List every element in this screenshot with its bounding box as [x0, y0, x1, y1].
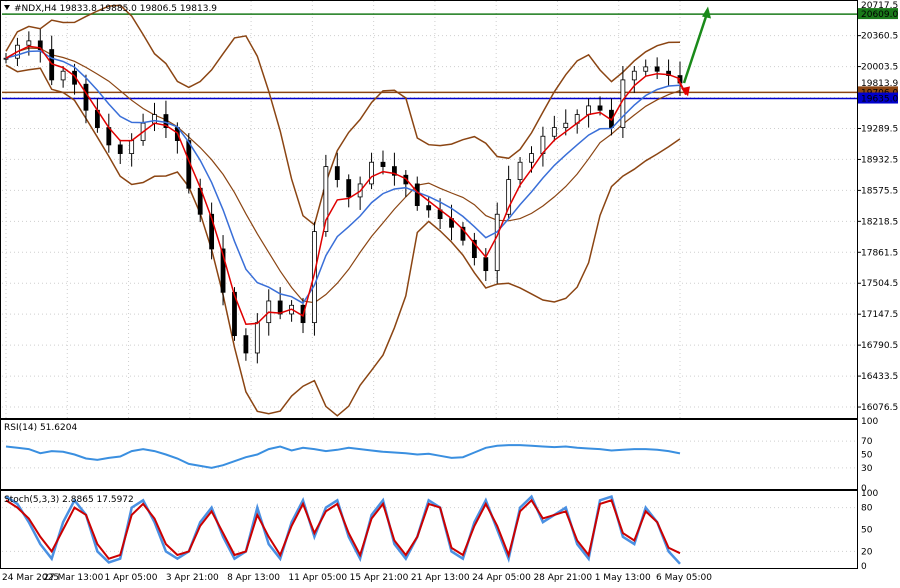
candle-body: [83, 83, 89, 111]
price-tick-label: 20360.5: [861, 32, 898, 42]
time-tick-label: 1 May 13:00: [595, 573, 651, 583]
time-tick-label: 6 May 05:00: [656, 573, 712, 583]
price-tick-label: 17147.5: [861, 310, 898, 320]
price-green-level: 20609.0: [861, 10, 898, 20]
candle-body: [254, 322, 260, 354]
chart-window: 1007050300 1008050200 20360.520003.51964…: [0, 0, 900, 588]
candle-body: [129, 140, 135, 154]
time-tick-label: 24 Apr 05:00: [472, 573, 531, 583]
arrow-up-head-icon: [702, 6, 711, 19]
time-tick-label: 8 Apr 13:00: [227, 573, 280, 583]
candle-body: [243, 335, 249, 354]
time-tick-label: 28 Apr 21:00: [533, 573, 592, 583]
candle-body: [529, 153, 534, 163]
candle-body: [551, 127, 557, 137]
rsi-series: 1007050300: [2, 417, 878, 494]
candle-body: [483, 257, 489, 272]
candle-body: [586, 105, 592, 115]
time-tick-label: 21 Apr 13:00: [411, 573, 470, 583]
stoch-tick-label: 50: [861, 526, 873, 536]
price-tick-label: 18575.5: [861, 186, 898, 196]
bollinger-middle: [5, 47, 681, 304]
candle-body: [494, 213, 500, 272]
price-tick-label: 16076.5: [861, 403, 898, 413]
candle-body: [152, 114, 157, 124]
price-blue-level: 19635.0: [861, 95, 898, 105]
price-tick-label: 18932.5: [861, 155, 898, 165]
rsi-line: [5, 444, 681, 469]
rsi-tick-label: 50: [861, 451, 873, 461]
price-tick-label: 16433.5: [861, 372, 898, 382]
candle-body: [631, 70, 637, 81]
ema-slow-line: [5, 50, 681, 305]
stoch-signal-line: [5, 498, 681, 560]
stoch-main-line: [5, 494, 681, 565]
rsi-tick-label: 70: [861, 437, 873, 447]
candle-body: [369, 161, 374, 185]
candle-body: [60, 70, 66, 81]
collapse-triangle-icon[interactable]: [4, 5, 10, 10]
price-tick-label: 17861.5: [861, 248, 898, 258]
price-tick-label: 19289.5: [861, 124, 898, 134]
candle-body: [643, 66, 649, 72]
rsi-label: RSI(14) 51.6204: [4, 423, 77, 433]
candle-body: [117, 144, 123, 154]
time-tick-label: 15 Apr 21:00: [350, 573, 409, 583]
arrow-up-icon: [682, 10, 710, 84]
price-tick-label: 20003.5: [861, 63, 898, 73]
horizontal-levels: [2, 13, 857, 100]
rsi-tick-label: 100: [861, 417, 878, 427]
candle-body: [414, 183, 420, 206]
chart-canvas: 1007050300 1008050200 20360.520003.51964…: [0, 0, 898, 583]
candle-body: [654, 66, 660, 72]
candle-body: [380, 161, 386, 167]
price-tick-label: 17504.5: [861, 279, 898, 289]
price-labels: 20717.520609.019813.919706.019635.0: [858, 1, 898, 105]
candle-body: [517, 161, 523, 180]
candle-body: [426, 205, 432, 211]
time-tick-label: 1 Apr 05:00: [105, 573, 158, 583]
candle-body: [597, 105, 603, 111]
symbol-header: #NDX,H4 19833.8 19885.0 19806.5 19813.9: [14, 4, 217, 14]
time-tick-label: 3 Apr 21:00: [166, 573, 219, 583]
stoch-label: Stoch(5,3,3) 2.8865 17.5972: [4, 495, 134, 505]
candle-body: [563, 122, 569, 128]
forecast-arrows: [677, 6, 711, 97]
price-tick-label: 16790.5: [861, 341, 898, 351]
stoch-tick-label: 0: [861, 562, 867, 572]
candle-body: [26, 40, 32, 46]
candle-body: [334, 166, 340, 180]
time-tick-label: 27 Mar 13:00: [43, 573, 103, 583]
stoch-tick-label: 100: [861, 489, 878, 499]
price-tick-label: 18218.5: [861, 217, 898, 227]
stoch-tick-label: 20: [861, 547, 873, 557]
rsi-tick-label: 30: [861, 464, 873, 474]
candle-body: [346, 179, 352, 198]
time-axis: 24 Mar 202527 Mar 13:00 1 Apr 05:00 3 Apr …: [2, 573, 712, 583]
time-tick-label: 11 Apr 05:00: [288, 573, 347, 583]
stoch-tick-label: 80: [861, 504, 873, 514]
